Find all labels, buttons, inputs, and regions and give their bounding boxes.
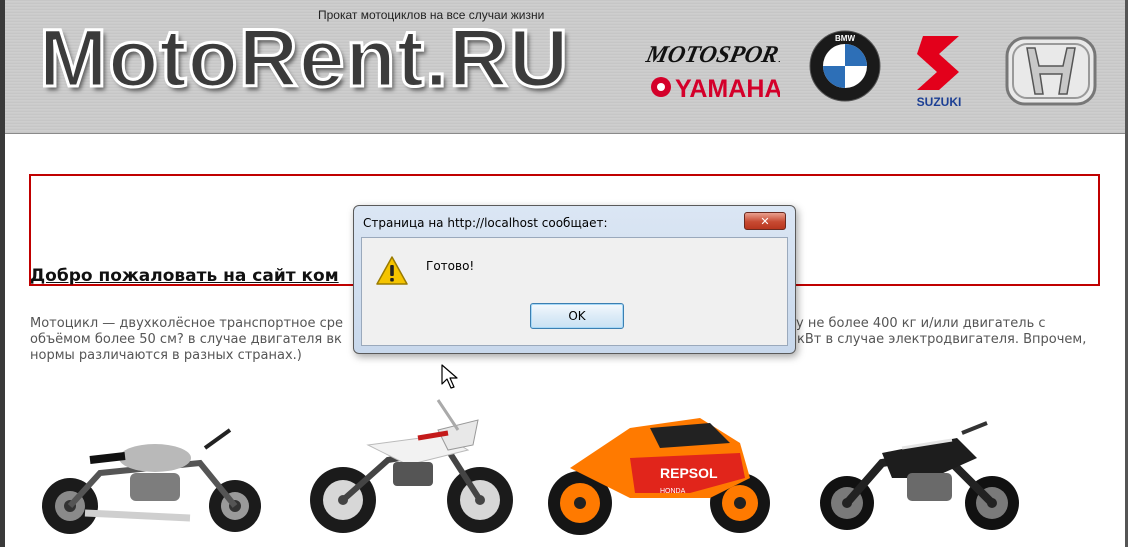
repsol-livery-text: REPSOL: [660, 465, 718, 481]
dialog-title: Страница на http://localhost сообщает:: [363, 216, 608, 230]
motorcycle-image-enduro[interactable]: [298, 390, 523, 540]
intro-line-1-tail: у не более 400 кг и/или двигатель с: [796, 316, 1046, 331]
dialog-body: Готово! OK: [361, 237, 788, 346]
intro-line-3: нормы различаются в разных странах.): [30, 348, 302, 363]
mouse-cursor-icon: [441, 364, 458, 389]
bmw-text: BMW: [835, 34, 855, 43]
ok-button[interactable]: OK: [530, 303, 624, 329]
honda-livery-text: HONDA: [660, 488, 686, 495]
yamaha-text: YAMAHA: [675, 75, 780, 103]
close-icon: ✕: [760, 214, 770, 228]
intro-line-2: объёмом более 50 см? в случае двигателя …: [30, 332, 342, 347]
motorcycle-image-sportbike[interactable]: REPSOL HONDA: [540, 398, 780, 543]
honda-logo: [1005, 36, 1097, 106]
site-logo[interactable]: MotoRent.RU: [37, 16, 569, 101]
suzuki-logo: SUZUKI: [917, 36, 962, 109]
intro-line-1: Мотоцикл — двухколёсное транспортное сре: [30, 316, 343, 331]
site-header: Прокат мотоциклов на все случаи жизни Mo…: [5, 0, 1125, 134]
motorcycle-gallery: REPSOL HONDA: [0, 380, 1128, 540]
welcome-title: Добро пожаловать на сайт ком: [30, 266, 339, 286]
suzuki-text: SUZUKI: [917, 95, 962, 109]
motosport-yamaha-logo: MOTOSPORT YAMAHA: [645, 41, 780, 103]
dialog-close-button[interactable]: ✕: [744, 212, 786, 230]
alert-dialog: Страница на http://localhost сообщает: ✕…: [353, 205, 796, 354]
motorcycle-image-muscle[interactable]: [812, 418, 1027, 533]
bmw-logo: BMW: [809, 30, 881, 102]
dialog-message: Готово!: [426, 259, 475, 273]
warning-icon: [376, 256, 408, 285]
motosport-text: MOTOSPORT: [645, 41, 780, 68]
motorcycle-image-cruiser[interactable]: [30, 418, 270, 538]
intro-line-2-tail: кВт в случае электродвигателя. Впрочем,: [797, 332, 1087, 347]
